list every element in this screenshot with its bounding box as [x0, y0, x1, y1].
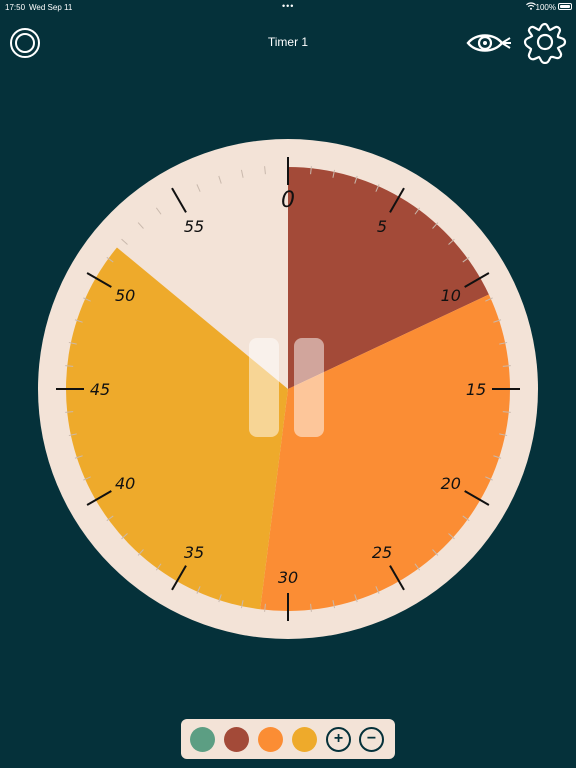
swatch-red[interactable]: [224, 727, 249, 752]
multitasking-dots-icon[interactable]: •••: [282, 1, 294, 11]
status-time: 17:50: [5, 3, 26, 12]
swatch-green[interactable]: [190, 727, 215, 752]
status-bar: 17:50 Wed Sep 11 ••• 100%: [0, 0, 576, 14]
dial-label: 45: [90, 380, 110, 399]
dial-label: 10: [441, 286, 461, 305]
gear-icon[interactable]: [522, 20, 568, 64]
dial-label: 55: [184, 217, 204, 236]
swatch-orange[interactable]: [258, 727, 283, 752]
dial-label: 20: [441, 474, 461, 493]
dial-label: 50: [115, 286, 135, 305]
add-button[interactable]: +: [326, 727, 351, 752]
pause-bar-left: [249, 338, 279, 437]
timer-dial[interactable]: 0 5 10 15 20 25 30 35 40 45 50 55: [38, 139, 538, 639]
dial-label: 15: [466, 380, 486, 399]
battery-icon: [558, 3, 572, 10]
dial-label: 40: [115, 474, 135, 493]
pause-bar-right: [294, 338, 324, 437]
dial-label: 5: [377, 217, 387, 236]
battery-percent: 100%: [535, 3, 556, 12]
wifi-icon: [526, 2, 536, 10]
dial-label: 0: [281, 188, 295, 213]
swatch-yellow[interactable]: [292, 727, 317, 752]
dial-label: 25: [372, 543, 392, 562]
remove-button[interactable]: −: [359, 727, 384, 752]
status-date: Wed Sep 11: [29, 3, 73, 12]
dial-label: 30: [278, 568, 298, 587]
color-palette: + −: [181, 719, 395, 759]
eye-icon[interactable]: [464, 28, 512, 58]
dial-label: 35: [184, 543, 204, 562]
